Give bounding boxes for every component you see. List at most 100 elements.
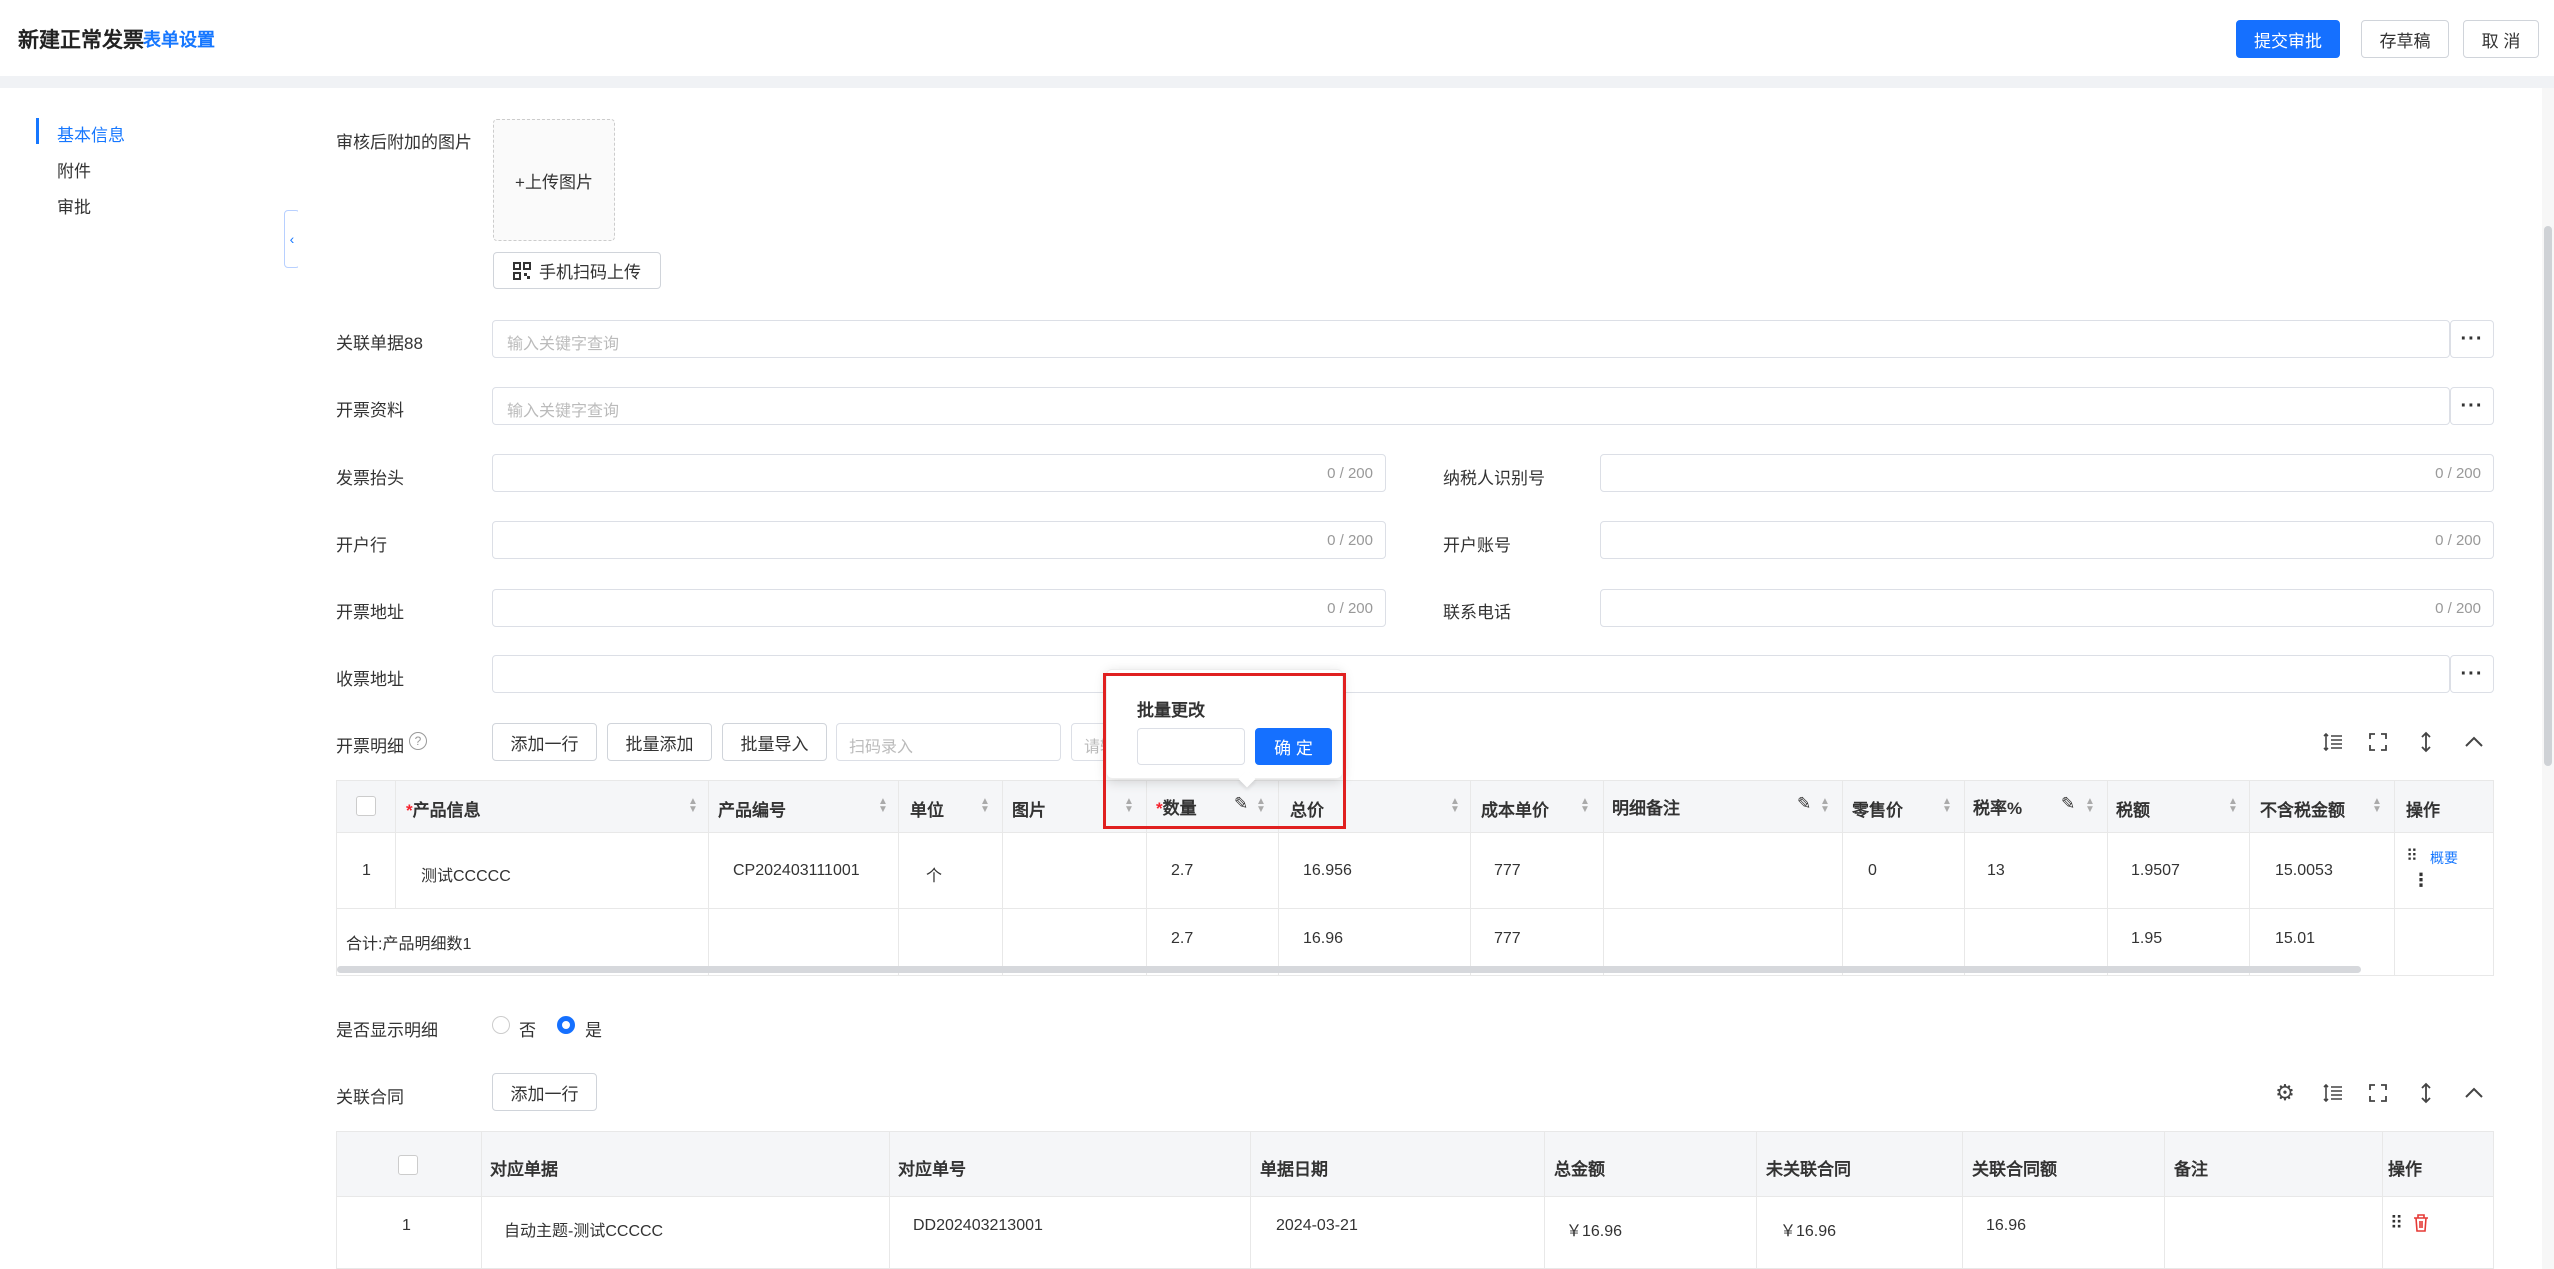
account-input[interactable]: 0 / 200 — [1600, 521, 2494, 559]
contract-drag-handle-icon[interactable]: ⠿ — [2390, 1213, 2403, 1234]
radio-no[interactable] — [492, 1016, 510, 1034]
sort-icon[interactable]: ▲ ▼ — [878, 797, 888, 815]
help-icon[interactable]: ? — [409, 732, 427, 750]
sort-icon[interactable]: ▲ ▼ — [2372, 797, 2382, 815]
radio-yes-label[interactable]: 是 — [585, 1016, 602, 1041]
related-doc-more-button[interactable]: ··· — [2450, 320, 2494, 358]
scan-entry-placeholder: 扫码录入 — [849, 739, 914, 756]
contract-row-doc-no-link[interactable]: DD202403213001 — [913, 1217, 1043, 1235]
summary-total: 16.96 — [1303, 930, 1344, 947]
batch-import-button[interactable]: 批量导入 — [722, 723, 827, 761]
phone-input[interactable]: 0 / 200 — [1600, 589, 2494, 627]
sort-icon[interactable]: ▲ ▼ — [1580, 797, 1590, 815]
settings-gear-icon[interactable]: ⚙ — [2270, 1078, 2300, 1108]
form-settings-link[interactable]: 表单设置 — [143, 26, 215, 52]
contracts-collapse-up-icon[interactable] — [2459, 1078, 2489, 1108]
account-counter: 0 / 200 — [2435, 532, 2481, 549]
radio-no-label[interactable]: 否 — [519, 1016, 536, 1041]
related-doc-input[interactable]: 输入关键字查询 — [492, 320, 2450, 358]
edit-tax-rate-icon[interactable]: ✎ — [2061, 794, 2075, 814]
invoice-title-label: 发票抬头 — [336, 469, 404, 488]
nav-item-basic-info[interactable]: 基本信息 — [57, 121, 125, 146]
contract-row-doc: 自动主题-测试CCCCC — [504, 1223, 664, 1240]
col-tax-rate: 税率% — [1973, 799, 2023, 818]
invoice-title-input[interactable]: 0 / 200 — [492, 454, 1386, 492]
col-product-info: *产品信息 — [406, 801, 481, 820]
header-bar — [0, 0, 2554, 76]
row-qty[interactable]: 2.7 — [1171, 862, 1193, 880]
sort-icon[interactable]: ▲ ▼ — [1942, 797, 1952, 815]
address-input[interactable]: 0 / 200 — [492, 589, 1386, 627]
save-draft-button[interactable]: 存草稿 — [2361, 20, 2449, 58]
scan-upload-button[interactable]: 手机扫码上传 — [493, 252, 661, 289]
page-scrollbar-thumb[interactable] — [2544, 226, 2552, 766]
row-retail[interactable]: 0 — [1868, 862, 1877, 880]
sort-icon[interactable]: ▲ ▼ — [980, 797, 990, 815]
delete-trash-icon[interactable] — [2412, 1213, 2430, 1238]
upload-image-box[interactable]: +上传图片 — [493, 119, 615, 241]
contracts-row-height-icon[interactable] — [2318, 1078, 2348, 1108]
taxpayer-id-input[interactable]: 0 / 200 — [1600, 454, 2494, 492]
fullscreen-icon[interactable] — [2363, 727, 2393, 757]
bank-label: 开户行 — [336, 536, 387, 555]
col-note: 备注 — [2174, 1160, 2208, 1179]
invoice-info-more-button[interactable]: ··· — [2450, 387, 2494, 425]
radio-yes[interactable] — [557, 1016, 575, 1034]
scan-entry-input[interactable]: 扫码录入 — [836, 723, 1061, 761]
show-detail-label: 是否显示明细 — [336, 1021, 438, 1040]
row-cost[interactable]: 777 — [1494, 862, 1521, 880]
row-code[interactable]: CP202403111001 — [733, 862, 860, 880]
contracts-expand-vertical-icon[interactable] — [2411, 1078, 2441, 1108]
col-operation: 操作 — [2406, 801, 2440, 820]
sort-icon[interactable]: ▲ ▼ — [1820, 797, 1830, 815]
more-vertical-icon[interactable]: ⋮ — [2412, 870, 2430, 891]
address-counter: 0 / 200 — [1327, 600, 1373, 617]
receive-address-input[interactable] — [492, 655, 2450, 693]
edit-note-icon[interactable]: ✎ — [1797, 794, 1811, 814]
nav-item-attachments[interactable]: 附件 — [57, 157, 91, 182]
contract-row-linked: 16.96 — [1986, 1217, 2027, 1234]
col-unlinked: 未关联合同 — [1766, 1160, 1851, 1179]
receive-address-more-button[interactable]: ··· — [2450, 655, 2494, 693]
add-row-button[interactable]: 添加一行 — [492, 723, 597, 761]
collapse-up-icon[interactable] — [2459, 727, 2489, 757]
sort-icon[interactable]: ▲ ▼ — [2085, 797, 2095, 815]
col-detail-note: 明细备注 — [1612, 799, 1680, 818]
table-horizontal-scrollbar[interactable] — [337, 966, 2361, 973]
cancel-button[interactable]: 取 消 — [2463, 20, 2539, 58]
contracts-fullscreen-icon[interactable] — [2363, 1078, 2393, 1108]
nav-item-approval[interactable]: 审批 — [57, 193, 91, 218]
contracts-select-all-checkbox[interactable] — [398, 1155, 418, 1175]
row-summary-link[interactable]: 概要 — [2430, 848, 2458, 868]
col-contract-operation: 操作 — [2388, 1160, 2422, 1179]
col-tax-amount: 税额 — [2116, 801, 2150, 820]
bank-input[interactable]: 0 / 200 — [492, 521, 1386, 559]
row-index: 1 — [362, 862, 371, 879]
details-label: 开票明细 — [336, 737, 404, 756]
batch-add-button[interactable]: 批量添加 — [607, 723, 712, 761]
row-height-icon[interactable] — [2318, 727, 2348, 757]
col-doc-no: 对应单号 — [898, 1160, 966, 1179]
contracts-add-row-button[interactable]: 添加一行 — [492, 1073, 597, 1111]
col-product-code: 产品编号 — [718, 801, 786, 820]
sort-icon[interactable]: ▲ ▼ — [2228, 797, 2238, 815]
expand-vertical-icon[interactable] — [2411, 727, 2441, 757]
invoice-info-input[interactable]: 输入关键字查询 — [492, 387, 2450, 425]
row-unit[interactable]: 个 — [926, 862, 942, 886]
col-doc: 对应单据 — [490, 1160, 558, 1179]
contracts-table-header — [337, 1132, 2493, 1196]
details-select-all-checkbox[interactable] — [356, 796, 376, 816]
submit-approval-button[interactable]: 提交审批 — [2236, 20, 2340, 58]
row-total[interactable]: 16.956 — [1303, 862, 1352, 880]
row-product[interactable]: 测试CCCCC — [421, 862, 511, 886]
row-ex-tax[interactable]: 15.0053 — [2275, 862, 2333, 880]
upload-image-text: +上传图片 — [515, 172, 593, 192]
summary-tax: 1.95 — [2131, 930, 2163, 947]
row-tax-rate[interactable]: 13 — [1987, 862, 2005, 880]
sort-icon[interactable]: ▲ ▼ — [1450, 797, 1460, 815]
scan-upload-label: 手机扫码上传 — [539, 263, 641, 282]
row-tax[interactable]: 1.9507 — [2131, 862, 2180, 880]
sort-icon[interactable]: ▲ ▼ — [688, 797, 698, 815]
drag-handle-icon[interactable]: ⠿ — [2406, 846, 2418, 866]
contract-row-date: 2024-03-21 — [1276, 1217, 1358, 1234]
